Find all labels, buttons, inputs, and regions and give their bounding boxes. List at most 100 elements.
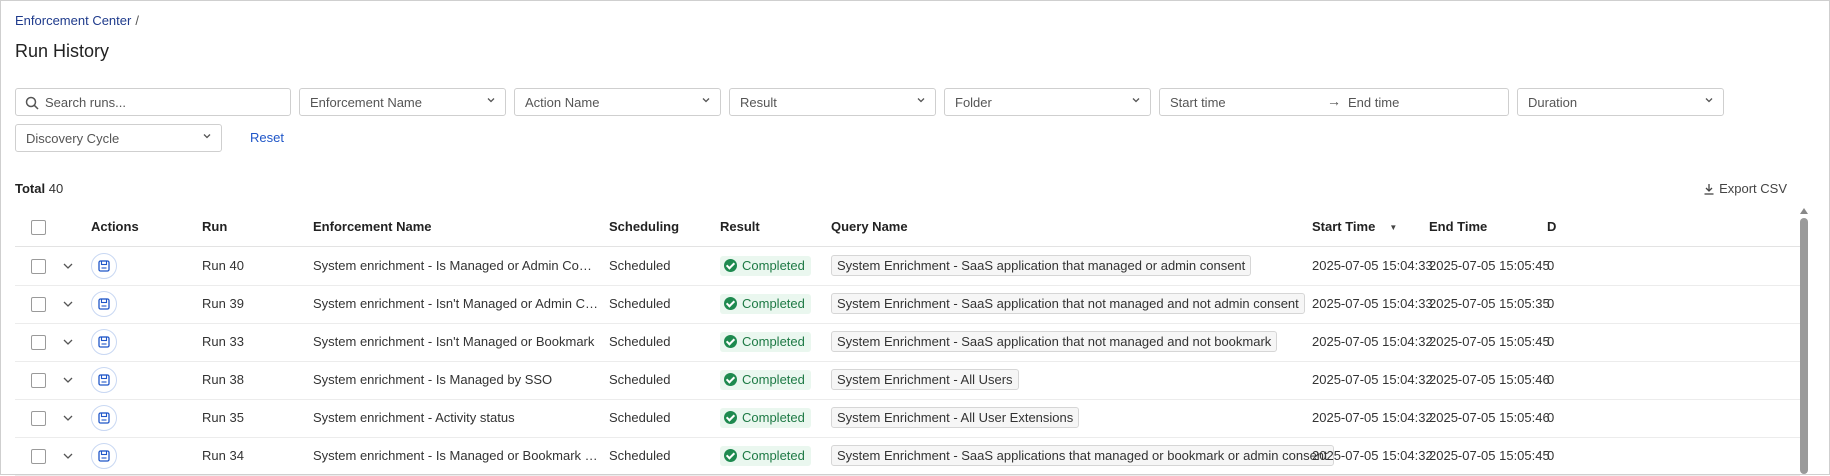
- cell-enforcement-name[interactable]: System enrichment - Is Managed by SSO: [313, 361, 598, 399]
- total-label: Total: [15, 181, 46, 196]
- query-tag[interactable]: System Enrichment - All Users: [831, 369, 1019, 390]
- sort-desc-icon[interactable]: ▼: [1389, 223, 1397, 232]
- expand-chevron-icon[interactable]: [61, 449, 75, 463]
- status-badge: Completed: [720, 332, 811, 352]
- cell-query-name: System Enrichment - SaaS application tha…: [831, 247, 1252, 285]
- result-dropdown[interactable]: Result: [729, 88, 936, 116]
- header-end-time[interactable]: End Time: [1429, 208, 1487, 246]
- row-checkbox[interactable]: [31, 259, 46, 274]
- cell-enforcement-name[interactable]: System enrichment - Is Managed or Bookma…: [313, 437, 598, 475]
- table-row: Run 34 System enrichment - Is Managed or …: [15, 437, 1800, 476]
- download-icon: [1704, 184, 1714, 195]
- cell-start-time: 2025-07-05 15:04:32: [1312, 410, 1433, 425]
- scroll-up-arrow-icon[interactable]: [1800, 208, 1808, 214]
- enforcement-name-dropdown[interactable]: Enforcement Name: [299, 88, 506, 116]
- cell-result: Completed: [720, 437, 811, 475]
- run-action-button[interactable]: [91, 329, 117, 355]
- query-tag[interactable]: System Enrichment - SaaS applications th…: [831, 445, 1334, 466]
- save-action-icon: [98, 298, 110, 310]
- table-row: Run 35 System enrichment - Activity statu…: [15, 399, 1800, 438]
- header-result[interactable]: Result: [720, 208, 760, 246]
- row-checkbox[interactable]: [31, 449, 46, 464]
- cell-enforcement-name[interactable]: System enrichment - Isn't Managed or Adm…: [313, 285, 598, 323]
- check-circle-icon: [724, 373, 737, 386]
- cell-duration: 0: [1547, 258, 1555, 273]
- action-name-dropdown[interactable]: Action Name: [514, 88, 721, 116]
- total-count: Total 40: [15, 181, 63, 196]
- cell-end-time: 2025-07-05 15:05:35: [1429, 296, 1550, 311]
- run-action-button[interactable]: [91, 405, 117, 431]
- save-action-icon: [98, 450, 110, 462]
- header-query-name[interactable]: Query Name: [831, 208, 908, 246]
- vertical-scrollbar[interactable]: [1800, 208, 1808, 474]
- run-action-button[interactable]: [91, 291, 117, 317]
- status-label: Completed: [742, 258, 805, 273]
- query-tag[interactable]: System Enrichment - SaaS application tha…: [831, 293, 1305, 314]
- search-input[interactable]: Search runs...: [15, 88, 291, 116]
- header-scheduling[interactable]: Scheduling: [609, 208, 679, 246]
- cell-result: Completed: [720, 323, 811, 361]
- run-history-table: Actions Run Enforcement Name Scheduling …: [15, 208, 1800, 476]
- discovery-cycle-dropdown[interactable]: Discovery Cycle: [15, 124, 222, 152]
- arrow-right-icon: →: [1327, 93, 1341, 109]
- header-start-time[interactable]: Start Time ▼: [1312, 208, 1397, 246]
- header-duration[interactable]: D: [1547, 208, 1556, 246]
- app-frame: Enforcement Center / Run History Search r…: [0, 0, 1830, 476]
- header-enforcement-name[interactable]: Enforcement Name: [313, 208, 431, 246]
- chevron-down-icon: [487, 98, 495, 103]
- cell-scheduling: Scheduled: [609, 448, 671, 463]
- breadcrumb-link[interactable]: Enforcement Center: [15, 13, 131, 28]
- status-badge: Completed: [720, 408, 811, 428]
- cell-enforcement-name[interactable]: System enrichment - Activity status: [313, 399, 598, 437]
- cell-duration: 0: [1547, 448, 1555, 463]
- end-time-field[interactable]: End time: [1348, 95, 1399, 110]
- cell-run: Run 33: [202, 334, 244, 349]
- run-action-button[interactable]: [91, 367, 117, 393]
- dropdown-label: Folder: [955, 95, 992, 110]
- check-circle-icon: [724, 297, 737, 310]
- check-circle-icon: [724, 335, 737, 348]
- status-label: Completed: [742, 410, 805, 425]
- duration-dropdown[interactable]: Duration: [1517, 88, 1724, 116]
- cell-run: Run 38: [202, 372, 244, 387]
- expand-chevron-icon[interactable]: [61, 297, 75, 311]
- query-tag[interactable]: System Enrichment - All User Extensions: [831, 407, 1080, 428]
- scroll-thumb[interactable]: [1800, 218, 1808, 474]
- select-all-checkbox[interactable]: [31, 220, 46, 235]
- status-badge: Completed: [720, 256, 811, 276]
- cell-query-name: System Enrichment - SaaS application tha…: [831, 285, 1305, 323]
- row-checkbox[interactable]: [31, 297, 46, 312]
- cell-enforcement-name[interactable]: System enrichment - Is Managed or Admin …: [313, 247, 598, 285]
- expand-chevron-icon[interactable]: [61, 259, 75, 273]
- cell-end-time: 2025-07-05 15:05:45: [1429, 258, 1550, 273]
- expand-chevron-icon[interactable]: [61, 411, 75, 425]
- run-action-button[interactable]: [91, 253, 117, 279]
- header-start-time-label: Start Time: [1312, 219, 1376, 234]
- header-run[interactable]: Run: [202, 208, 227, 246]
- date-range-picker[interactable]: Start time → End time: [1159, 88, 1509, 116]
- row-checkbox[interactable]: [31, 373, 46, 388]
- cell-duration: 0: [1547, 296, 1555, 311]
- run-action-button[interactable]: [91, 443, 117, 469]
- chevron-down-icon: [917, 98, 925, 103]
- cell-enforcement-name[interactable]: System enrichment - Isn't Managed or Boo…: [313, 323, 598, 361]
- cell-start-time: 2025-07-05 15:04:32: [1312, 334, 1433, 349]
- reset-button[interactable]: Reset: [250, 130, 284, 145]
- cell-result: Completed: [720, 285, 811, 323]
- query-tag[interactable]: System Enrichment - SaaS application tha…: [831, 331, 1278, 352]
- expand-chevron-icon[interactable]: [61, 335, 75, 349]
- expand-chevron-icon[interactable]: [61, 373, 75, 387]
- cell-end-time: 2025-07-05 15:05:46: [1429, 372, 1550, 387]
- folder-dropdown[interactable]: Folder: [944, 88, 1151, 116]
- query-tag[interactable]: System Enrichment - SaaS application tha…: [831, 255, 1252, 276]
- row-checkbox[interactable]: [31, 335, 46, 350]
- export-csv-button[interactable]: Export CSV: [1703, 181, 1787, 196]
- row-checkbox[interactable]: [31, 411, 46, 426]
- chevron-down-icon: [1705, 98, 1713, 103]
- table-row: Run 40 System enrichment - Is Managed or …: [15, 247, 1800, 286]
- cell-duration: 0: [1547, 334, 1555, 349]
- search-icon: [25, 96, 39, 110]
- table-row: Run 33 System enrichment - Isn't Managed …: [15, 323, 1800, 362]
- start-time-field[interactable]: Start time: [1170, 95, 1226, 110]
- export-label: Export CSV: [1719, 181, 1787, 196]
